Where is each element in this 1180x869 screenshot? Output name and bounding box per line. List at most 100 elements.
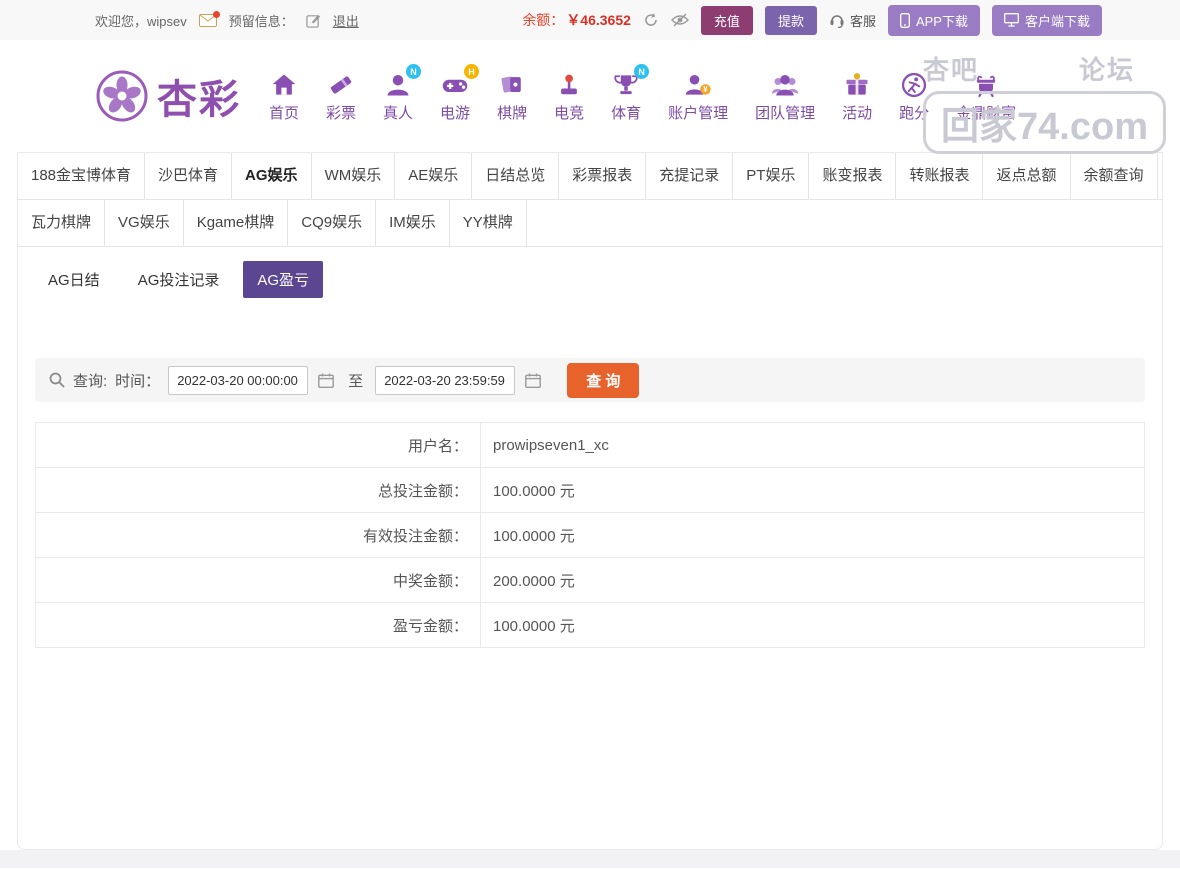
monitor-icon [1004, 13, 1019, 27]
svg-text:¥: ¥ [703, 85, 708, 94]
balance-value: ￥46.3652 [566, 10, 631, 30]
nav-item-egame[interactable]: H 电游 [440, 69, 470, 123]
tab-lottery-report[interactable]: 彩票报表 [559, 153, 646, 199]
tab-cq9-entertainment[interactable]: CQ9娱乐 [288, 200, 376, 246]
row-label-valid-bet: 有效投注金额： [36, 513, 481, 558]
nav-label: 首页 [269, 102, 299, 123]
nav-item-home[interactable]: 首页 [269, 69, 299, 123]
tab-rebate-total[interactable]: 返点总额 [983, 153, 1070, 199]
row-value-total-bet: 100.0000 元 [481, 468, 1145, 513]
nav-item-sports[interactable]: N 体育 [611, 69, 641, 123]
tab-balance-query[interactable]: 余额查询 [1071, 153, 1158, 199]
row-label-total-bet: 总投注金额： [36, 468, 481, 513]
chess-cards-icon [498, 69, 526, 99]
account-manage-icon: ¥ [683, 69, 713, 99]
row-label-profit-loss: 盈亏金额： [36, 603, 481, 648]
customer-service-label: 客服 [850, 11, 876, 30]
tab-deposit-withdraw-record[interactable]: 充提记录 [646, 153, 733, 199]
row-value-win-amount: 200.0000 元 [481, 558, 1145, 603]
balance-label: 余额： [522, 10, 564, 30]
egame-icon: H [440, 69, 470, 99]
nav-item-account-manage[interactable]: ¥ 账户管理 [668, 69, 728, 123]
tab-yy-chess[interactable]: YY棋牌 [450, 200, 527, 246]
sub-tabs: AG日结 AG投注记录 AG盈亏 [18, 247, 1162, 306]
live-icon: N [384, 69, 412, 99]
welcome-text: 欢迎您，wipsev [95, 11, 187, 30]
table-row: 用户名： prowipseven1_xc [36, 423, 1145, 468]
watermark: 杏吧 论坛 回家74.com [923, 50, 1166, 154]
to-label: 至 [348, 370, 363, 391]
brand-logo[interactable]: 杏彩 [95, 67, 241, 125]
tab-im-entertainment[interactable]: IM娱乐 [376, 200, 450, 246]
mail-notification-dot [213, 11, 220, 18]
sports-trophy-icon: N [612, 69, 640, 99]
tab-daily-summary[interactable]: 日结总览 [472, 153, 559, 199]
tab-wm-entertainment[interactable]: WM娱乐 [312, 153, 396, 199]
table-row: 总投注金额： 100.0000 元 [36, 468, 1145, 513]
table-row: 有效投注金额： 100.0000 元 [36, 513, 1145, 558]
watermark-word2: 论坛 [1079, 50, 1135, 87]
nav-item-chess[interactable]: 棋牌 [497, 69, 527, 123]
tab-pt-entertainment[interactable]: PT娱乐 [733, 153, 809, 199]
nav-label: 电游 [440, 102, 470, 123]
team-manage-icon [770, 69, 800, 99]
client-download-label: 客户端下载 [1025, 11, 1090, 30]
watermark-url: 回家74.com [923, 91, 1166, 154]
tab-account-change-report[interactable]: 账变报表 [809, 153, 896, 199]
table-row: 中奖金额： 200.0000 元 [36, 558, 1145, 603]
brand-name: 杏彩 [157, 67, 241, 125]
recharge-button[interactable]: 充值 [701, 6, 753, 35]
end-time-input[interactable] [375, 366, 515, 395]
header: 杏彩 首页 彩票 N 真人 H 电游 [0, 40, 1180, 152]
tab-shaba-sports[interactable]: 沙巴体育 [145, 153, 232, 199]
watermark-word1: 杏吧 [923, 50, 979, 87]
phone-icon [900, 13, 910, 28]
client-download-button[interactable]: 客户端下载 [992, 5, 1102, 36]
tab-row-2: 瓦力棋牌 VG娱乐 Kgame棋牌 CQ9娱乐 IM娱乐 YY棋牌 [18, 200, 1162, 247]
lottery-icon [327, 69, 355, 99]
nav-label: 体育 [611, 102, 641, 123]
mail-icon[interactable] [199, 14, 217, 27]
content-card: 188金宝博体育 沙巴体育 AG娱乐 WM娱乐 AE娱乐 日结总览 彩票报表 充… [17, 152, 1163, 850]
end-calendar-button[interactable] [523, 373, 543, 388]
nav-item-team-manage[interactable]: 团队管理 [755, 69, 815, 123]
logout-link[interactable]: 退出 [333, 11, 359, 30]
row-value-valid-bet: 100.0000 元 [481, 513, 1145, 558]
tab-ae-entertainment[interactable]: AE娱乐 [395, 153, 472, 199]
subtab-ag-daily[interactable]: AG日结 [34, 261, 114, 298]
table-row: 盈亏金额： 100.0000 元 [36, 603, 1145, 648]
row-value-profit-loss: 100.0000 元 [481, 603, 1145, 648]
nav-item-live[interactable]: N 真人 [383, 69, 413, 123]
time-label: 时间： [115, 370, 160, 391]
tab-vg-entertainment[interactable]: VG娱乐 [105, 200, 184, 246]
tab-ag-entertainment[interactable]: AG娱乐 [232, 153, 312, 199]
reserved-info-label: 预留信息： [229, 11, 294, 30]
tab-kgame-chess[interactable]: Kgame棋牌 [184, 200, 289, 246]
eye-hidden-icon[interactable] [671, 13, 689, 27]
subtab-ag-profit-loss[interactable]: AG盈亏 [243, 261, 323, 298]
main-nav: 首页 彩票 N 真人 H 电游 棋牌 [269, 69, 1016, 123]
edit-icon[interactable] [306, 13, 321, 28]
nav-item-esports[interactable]: 电竞 [554, 69, 584, 123]
start-calendar-button[interactable] [316, 373, 336, 388]
tab-188jinbaobo-sports[interactable]: 188金宝博体育 [18, 153, 145, 199]
customer-service-link[interactable]: 客服 [829, 11, 876, 30]
subtab-ag-bet-record[interactable]: AG投注记录 [124, 261, 234, 298]
topbar: 欢迎您，wipsev 预留信息： 退出 余额： ￥46.3652 充值 提款 客… [0, 0, 1180, 40]
flower-logo-icon [95, 69, 149, 123]
start-time-input[interactable] [168, 366, 308, 395]
nav-label: 电竞 [554, 102, 584, 123]
nav-item-activity[interactable]: 活动 [842, 69, 872, 123]
esports-icon [555, 69, 583, 99]
nav-label: 团队管理 [755, 102, 815, 123]
query-button[interactable]: 查 询 [567, 363, 639, 398]
app-download-button[interactable]: APP下载 [888, 5, 980, 36]
refresh-icon[interactable] [643, 12, 659, 28]
search-label: 查询: [73, 370, 107, 391]
headset-icon [829, 13, 845, 28]
tab-transfer-report[interactable]: 转账报表 [896, 153, 983, 199]
row-value-username: prowipseven1_xc [481, 423, 1145, 468]
withdraw-button[interactable]: 提款 [765, 6, 817, 35]
nav-item-lottery[interactable]: 彩票 [326, 69, 356, 123]
tab-wali-chess[interactable]: 瓦力棋牌 [18, 200, 105, 246]
